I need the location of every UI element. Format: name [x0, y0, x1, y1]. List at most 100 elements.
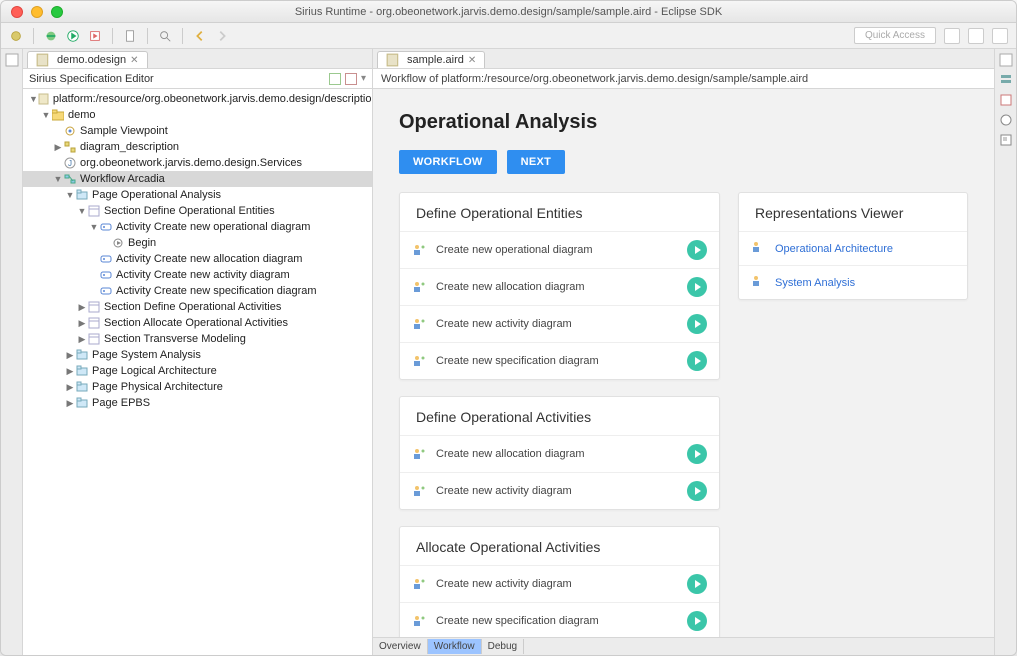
play-icon[interactable] — [687, 351, 707, 371]
minimap-icon[interactable] — [999, 133, 1013, 147]
outline-icon[interactable] — [999, 73, 1013, 87]
tree-twisty-icon[interactable]: ▶ — [53, 142, 63, 153]
section-card: Define Operational ActivitiesCreate new … — [399, 396, 720, 510]
bottom-tab-debug[interactable]: Debug — [482, 639, 524, 654]
odesign-file-icon — [36, 54, 50, 66]
perspective-button-2[interactable] — [968, 28, 984, 44]
tree-node[interactable]: ▶Section Allocate Operational Activities — [23, 315, 372, 331]
activity-item[interactable]: Create new activity diagram — [400, 305, 719, 342]
close-icon[interactable]: ✕ — [130, 55, 138, 66]
tree-node[interactable]: ▼Workflow Arcadia — [23, 171, 372, 187]
tree-twisty-icon[interactable]: ▼ — [53, 174, 63, 184]
tree-twisty-icon[interactable]: ▶ — [77, 334, 87, 345]
tree-node[interactable]: ▶Page EPBS — [23, 395, 372, 411]
collapse-all-icon[interactable] — [345, 73, 357, 85]
section-icon — [87, 317, 101, 329]
activity-item[interactable]: Create new activity diagram — [400, 565, 719, 602]
quick-access-input[interactable]: Quick Access — [854, 27, 936, 44]
tree-node[interactable]: ▶Page System Analysis — [23, 347, 372, 363]
activity-label: Create new specification diagram — [436, 355, 599, 367]
tree-twisty-icon[interactable]: ▼ — [41, 110, 51, 120]
tree-node[interactable]: ▶ Section Define Operational Activities — [23, 299, 372, 315]
aird-file-icon — [386, 54, 400, 66]
window-title: Sirius Runtime - org.obeonetwork.jarvis.… — [1, 6, 1016, 18]
tree-node-label: Activity Create new allocation diagram — [116, 253, 302, 265]
perspective-button-3[interactable] — [992, 28, 1008, 44]
run-icon[interactable] — [66, 29, 80, 43]
tab-sample-aird[interactable]: sample.aird ✕ — [377, 51, 485, 68]
activity-item[interactable]: Create new allocation diagram — [400, 435, 719, 472]
tree-twisty-icon[interactable]: ▼ — [29, 94, 38, 104]
tree-twisty-icon[interactable]: ▶ — [77, 302, 87, 313]
activity-item[interactable]: Create new allocation diagram — [400, 268, 719, 305]
tree-node[interactable]: ▶Page Physical Architecture — [23, 379, 372, 395]
workflow-button[interactable]: WORKFLOW — [399, 150, 497, 174]
tab-demo-odesign[interactable]: demo.odesign ✕ — [27, 51, 148, 68]
play-icon[interactable] — [687, 444, 707, 464]
bottom-tabs: OverviewWorkflowDebug — [373, 637, 994, 655]
play-icon[interactable] — [687, 314, 707, 334]
tree-twisty-icon[interactable]: ▼ — [89, 222, 99, 232]
play-icon[interactable] — [687, 277, 707, 297]
tree-node[interactable]: ▼demo — [23, 107, 372, 123]
expand-all-icon[interactable] — [329, 73, 341, 85]
person-icon — [412, 280, 426, 294]
trim-icon[interactable] — [5, 53, 19, 67]
palette-icon[interactable] — [999, 113, 1013, 127]
tree-node[interactable]: Begin — [23, 235, 372, 251]
tree-node[interactable]: ▶Section Transverse Modeling — [23, 331, 372, 347]
play-icon[interactable] — [687, 481, 707, 501]
forward-icon[interactable] — [215, 29, 229, 43]
activity-item[interactable]: Create new specification diagram — [400, 342, 719, 379]
trim-icon[interactable] — [999, 53, 1013, 67]
back-icon[interactable] — [193, 29, 207, 43]
tree-twisty-icon[interactable]: ▼ — [65, 190, 75, 200]
new-icon[interactable] — [123, 29, 137, 43]
tree-node[interactable]: ▶Page Logical Architecture — [23, 363, 372, 379]
tree-node[interactable]: Sample Viewpoint — [23, 123, 372, 139]
representation-link[interactable]: System Analysis — [775, 277, 855, 289]
tree-node[interactable]: ▼platform:/resource/org.obeonetwork.jarv… — [23, 91, 372, 107]
section-title: Allocate Operational Activities — [400, 527, 719, 565]
play-icon[interactable] — [687, 240, 707, 260]
activity-item[interactable]: Create new activity diagram — [400, 472, 719, 509]
representation-item[interactable]: Operational Architecture — [739, 231, 967, 265]
tree-node[interactable]: ▶diagram_description — [23, 139, 372, 155]
representation-link[interactable]: Operational Architecture — [775, 243, 893, 255]
specification-tree[interactable]: ▼platform:/resource/org.obeonetwork.jarv… — [23, 89, 372, 655]
tree-node[interactable]: ▼Page Operational Analysis — [23, 187, 372, 203]
close-icon[interactable]: ✕ — [468, 55, 476, 66]
bottom-tab-workflow[interactable]: Workflow — [428, 639, 482, 654]
run-ext-icon[interactable] — [88, 29, 102, 43]
next-button[interactable]: NEXT — [507, 150, 566, 174]
tree-twisty-icon[interactable]: ▶ — [65, 382, 75, 393]
cheatsheet-icon[interactable] — [999, 93, 1013, 107]
right-editor: sample.aird ✕ Workflow of platform:/reso… — [373, 49, 994, 655]
representation-item[interactable]: System Analysis — [739, 265, 967, 299]
perspective-button-1[interactable] — [944, 28, 960, 44]
tree-node-label: Section Define Operational Activities — [104, 301, 281, 313]
tree-node[interactable]: Activity Create new activity diagram — [23, 267, 372, 283]
editor-title: Sirius Specification Editor — [29, 73, 154, 85]
editor-menu-icon[interactable]: ▾ — [361, 73, 366, 85]
tree-node[interactable]: ▼Activity Create new operational diagram — [23, 219, 372, 235]
page-icon — [75, 349, 89, 361]
tree-node[interactable]: ▼Section Define Operational Entities — [23, 203, 372, 219]
play-icon[interactable] — [687, 574, 707, 594]
bottom-tab-overview[interactable]: Overview — [373, 639, 428, 654]
tree-twisty-icon[interactable]: ▶ — [77, 318, 87, 329]
tree-twisty-icon[interactable]: ▶ — [65, 350, 75, 361]
toolbar-icon[interactable] — [9, 29, 23, 43]
activity-item[interactable]: Create new specification diagram — [400, 602, 719, 637]
tree-twisty-icon[interactable]: ▶ — [65, 366, 75, 377]
play-icon[interactable] — [687, 611, 707, 631]
tree-twisty-icon[interactable]: ▼ — [77, 206, 87, 216]
tree-twisty-icon[interactable]: ▶ — [65, 398, 75, 409]
tree-node[interactable]: Activity Create new specification diagra… — [23, 283, 372, 299]
page-icon — [75, 397, 89, 409]
tree-node[interactable]: Jorg.obeonetwork.jarvis.demo.design.Serv… — [23, 155, 372, 171]
activity-item[interactable]: Create new operational diagram — [400, 231, 719, 268]
debug-icon[interactable] — [44, 29, 58, 43]
search-icon[interactable] — [158, 29, 172, 43]
tree-node[interactable]: Activity Create new allocation diagram — [23, 251, 372, 267]
